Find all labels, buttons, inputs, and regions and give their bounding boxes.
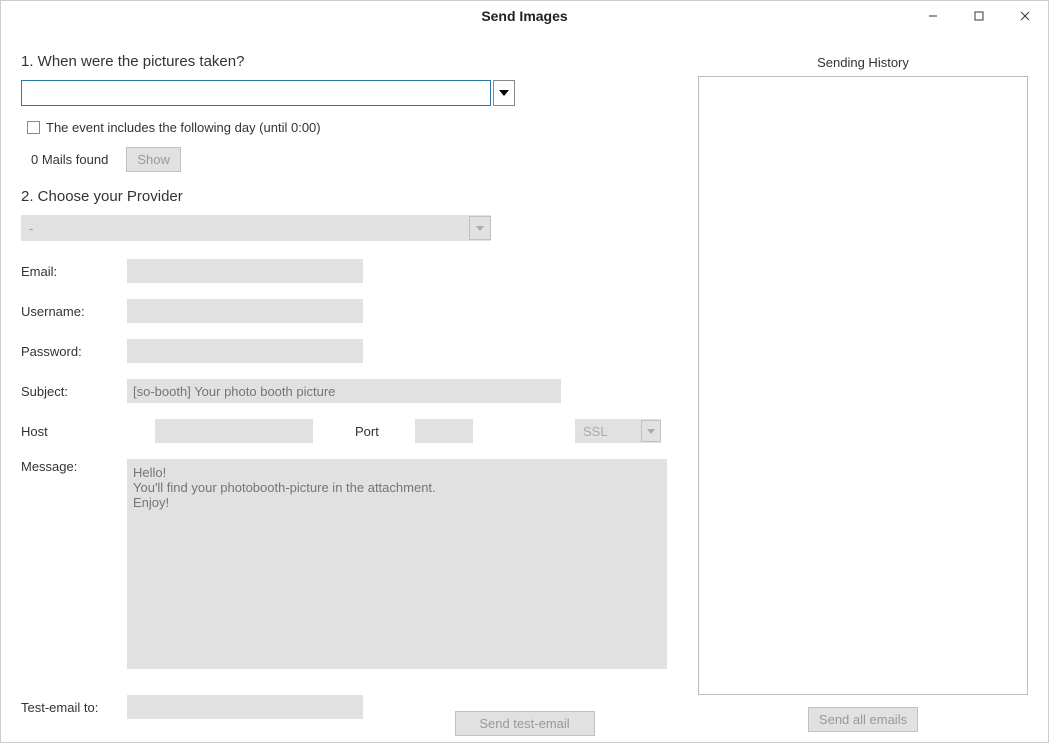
security-dropdown-button[interactable] bbox=[641, 420, 661, 442]
date-input[interactable] bbox=[21, 80, 491, 106]
subject-row: Subject: bbox=[21, 379, 678, 403]
security-select[interactable]: SSL bbox=[575, 419, 661, 443]
include-next-day-label: The event includes the following day (un… bbox=[46, 120, 321, 135]
include-next-day-checkbox[interactable] bbox=[27, 121, 40, 134]
port-label: Port bbox=[355, 424, 415, 439]
security-selected-value: SSL bbox=[575, 424, 641, 439]
email-field[interactable] bbox=[127, 259, 363, 283]
provider-dropdown-button[interactable] bbox=[469, 216, 491, 240]
password-row: Password: bbox=[21, 339, 678, 363]
username-label: Username: bbox=[21, 304, 127, 319]
message-row: Message: bbox=[21, 459, 678, 669]
subject-label: Subject: bbox=[21, 384, 127, 399]
port-field[interactable] bbox=[415, 419, 473, 443]
history-heading: Sending History bbox=[698, 55, 1028, 70]
email-label: Email: bbox=[21, 264, 127, 279]
close-icon bbox=[1020, 11, 1030, 21]
footer: Send test-email bbox=[1, 711, 1048, 736]
window: Send Images 1. When were the pictures ta… bbox=[0, 0, 1049, 743]
message-field[interactable] bbox=[127, 459, 667, 669]
mails-found-row: 0 Mails found Show bbox=[31, 147, 678, 172]
send-test-email-button[interactable]: Send test-email bbox=[455, 711, 595, 736]
username-row: Username: bbox=[21, 299, 678, 323]
date-dropdown-button[interactable] bbox=[493, 80, 515, 106]
close-button[interactable] bbox=[1002, 1, 1048, 31]
mails-found-text: 0 Mails found bbox=[31, 152, 108, 167]
host-field[interactable] bbox=[155, 419, 313, 443]
chevron-down-icon bbox=[499, 90, 509, 96]
minimize-button[interactable] bbox=[910, 1, 956, 31]
chevron-down-icon bbox=[647, 429, 655, 434]
username-field[interactable] bbox=[127, 299, 363, 323]
left-column: 1. When were the pictures taken? The eve… bbox=[21, 41, 678, 732]
host-label: Host bbox=[21, 424, 127, 439]
password-label: Password: bbox=[21, 344, 127, 359]
maximize-icon bbox=[974, 11, 984, 21]
subject-field[interactable] bbox=[127, 379, 561, 403]
titlebar: Send Images bbox=[1, 1, 1048, 31]
email-row: Email: bbox=[21, 259, 678, 283]
section2-heading: 2. Choose your Provider bbox=[21, 188, 678, 205]
maximize-button[interactable] bbox=[956, 1, 1002, 31]
minimize-icon bbox=[928, 11, 938, 21]
chevron-down-icon bbox=[476, 226, 484, 231]
section1-heading: 1. When were the pictures taken? bbox=[21, 53, 678, 70]
message-label: Message: bbox=[21, 459, 127, 474]
history-list[interactable] bbox=[698, 76, 1028, 695]
titlebar-controls bbox=[910, 1, 1048, 31]
include-next-day-row: The event includes the following day (un… bbox=[27, 120, 678, 135]
host-port-row: Host Port SSL bbox=[21, 419, 661, 443]
content: 1. When were the pictures taken? The eve… bbox=[1, 31, 1048, 742]
right-column: Sending History Send all emails bbox=[698, 41, 1028, 732]
window-title: Send Images bbox=[481, 8, 567, 24]
show-button[interactable]: Show bbox=[126, 147, 181, 172]
provider-select[interactable]: - bbox=[21, 215, 491, 241]
provider-selected-value: - bbox=[21, 221, 469, 236]
password-field[interactable] bbox=[127, 339, 363, 363]
date-row bbox=[21, 80, 678, 106]
